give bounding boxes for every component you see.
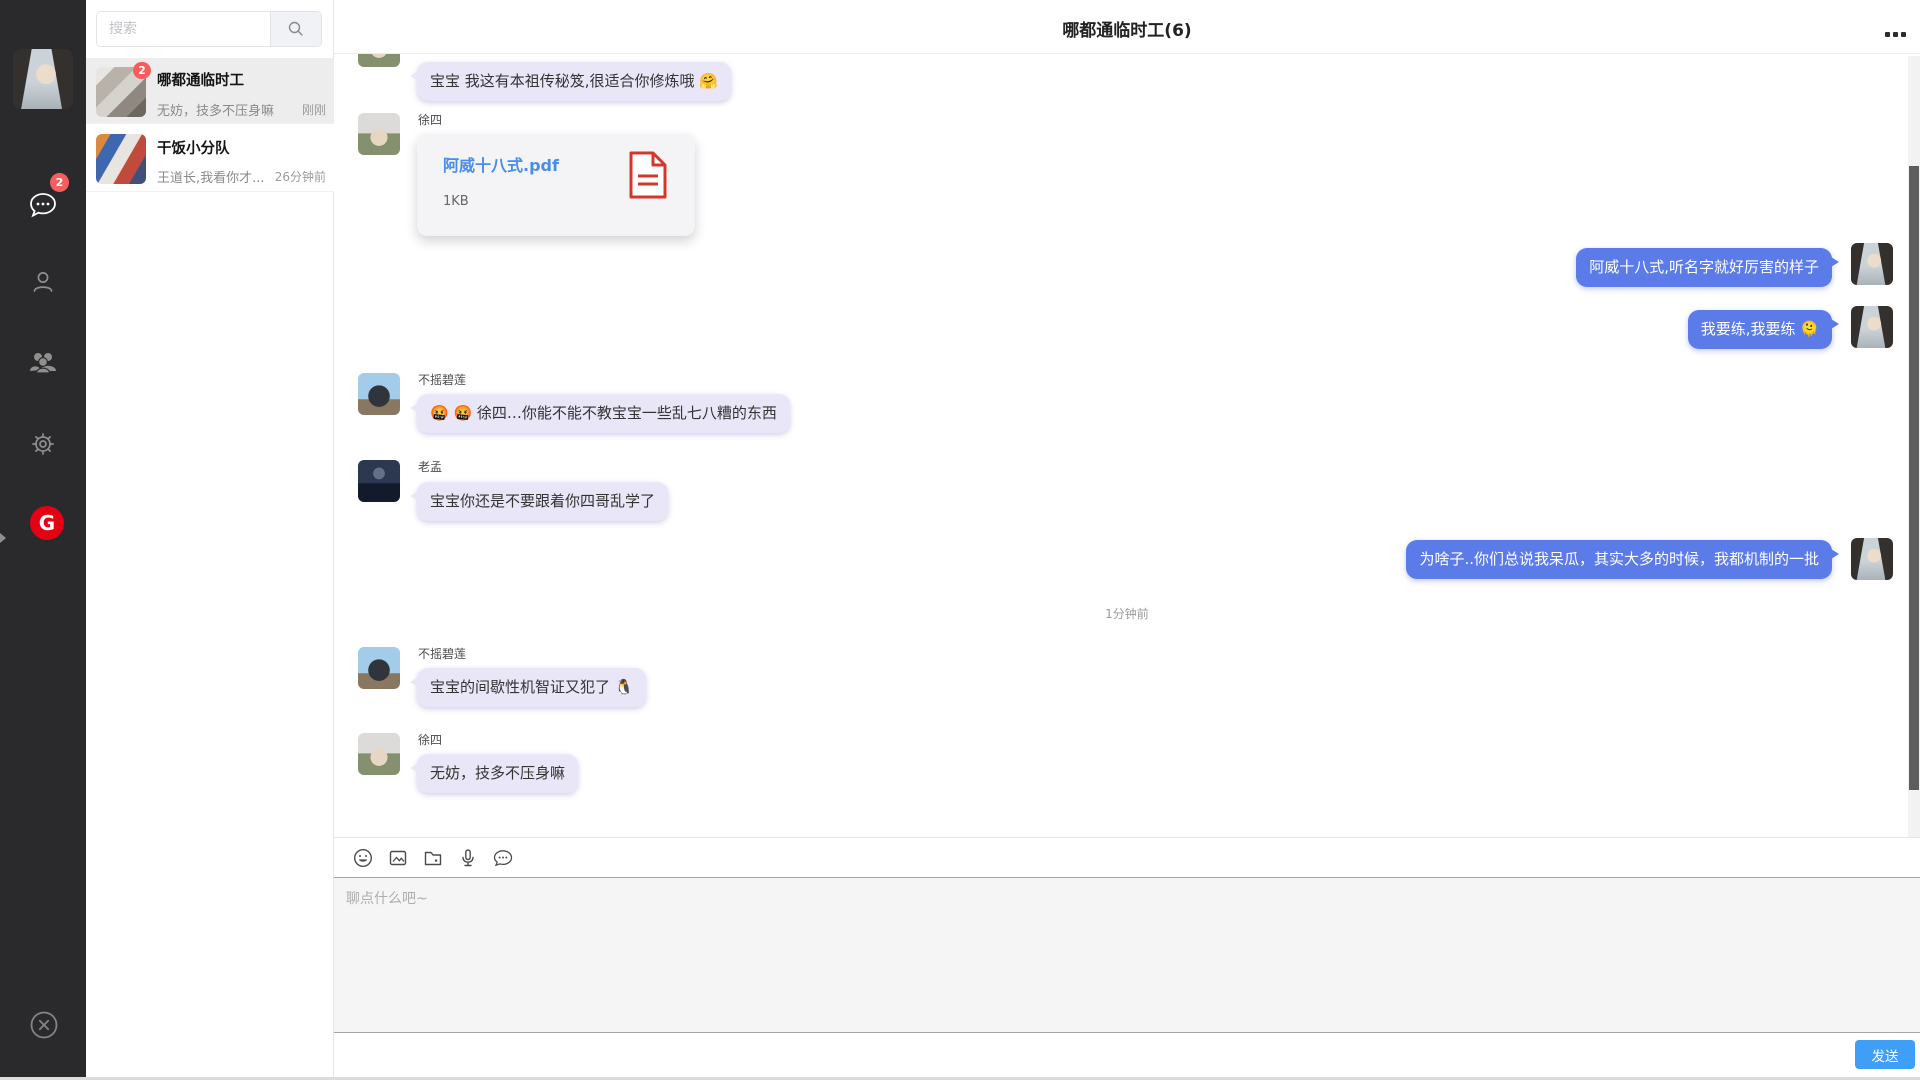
message-bubble: 宝宝的间歇性机智证又犯了 🐧 <box>417 668 646 707</box>
sender-name: 老孟 <box>418 458 442 475</box>
close-button[interactable] <box>29 1010 59 1040</box>
unread-badge: 2 <box>50 173 69 192</box>
send-button[interactable]: 发送 <box>1855 1040 1915 1069</box>
emoji-icon <box>352 847 374 869</box>
chat-bubble-icon <box>27 189 59 221</box>
message-bubble: 阿威十八式,听名字就好厉害的样子 <box>1576 248 1832 287</box>
message-input[interactable] <box>334 878 1920 1032</box>
chat-list-time: 26分钟前 <box>275 168 326 185</box>
close-circle-icon <box>29 1010 59 1040</box>
chat-list-title: 哪都通临时工 <box>157 69 244 90</box>
avatar[interactable] <box>358 113 400 155</box>
contacts-icon <box>29 268 57 296</box>
settings-gear-icon <box>29 430 57 458</box>
file-folder-button[interactable] <box>421 846 445 870</box>
emoji-button[interactable] <box>351 846 375 870</box>
chat-list-item[interactable]: 干饭小分队 王道长,我看你才... 26分钟前 <box>86 124 334 192</box>
composer-toolbar <box>334 838 1920 877</box>
group-avatar: 2 <box>96 67 146 117</box>
avatar[interactable] <box>358 54 400 67</box>
chat-list-panel: 2 哪都通临时工 无妨，技多不压身嘛 刚刚 干饭小分队 王道长,我看你才... … <box>86 0 334 1080</box>
message-bubble: 宝宝你还是不要跟着你四哥乱学了 <box>417 482 668 521</box>
sidebar-chats-button[interactable]: 2 <box>0 185 86 225</box>
chat-history-button[interactable] <box>491 846 515 870</box>
file-size: 1KB <box>443 194 469 209</box>
message-bubble: 无妨，技多不压身嘛 <box>417 754 578 793</box>
message-bubble: 我要练,我要练 🫠 <box>1688 310 1832 349</box>
search-bar <box>96 11 322 47</box>
message-input-wrap <box>334 877 1920 1033</box>
sidebar-groups-button[interactable] <box>0 342 86 382</box>
pdf-document-icon <box>627 150 669 200</box>
sender-name: 徐四 <box>418 111 442 128</box>
chat-header: 哪都通临时工(6) <box>334 0 1920 54</box>
avatar[interactable] <box>1851 306 1893 348</box>
avatar[interactable] <box>358 733 400 775</box>
unread-badge: 2 <box>133 62 151 79</box>
group-avatar <box>96 134 146 184</box>
file-attachment-card[interactable]: 阿威十八式.pdf 1KB <box>417 134 695 236</box>
sidebar: 2 <box>0 0 86 1080</box>
chat-list-preview: 王道长,我看你才... <box>157 167 265 186</box>
chat-list-title: 干饭小分队 <box>157 137 230 158</box>
sender-name: 不摇碧莲 <box>418 645 466 662</box>
microphone-icon <box>457 847 479 869</box>
chat-panel: 哪都通临时工(6) 宝宝 我这有本祖传秘笈,很适合你修炼哦 🤗 徐四 阿威十八式… <box>334 0 1920 1080</box>
app-logo-g[interactable]: G <box>30 506 64 540</box>
avatar[interactable] <box>1851 538 1893 580</box>
avatar[interactable] <box>1851 243 1893 285</box>
more-options-button[interactable] <box>1885 32 1906 37</box>
time-divider: 1分钟前 <box>334 605 1920 622</box>
chat-list-time: 刚刚 <box>302 101 326 118</box>
image-icon <box>387 847 409 869</box>
chat-title: 哪都通临时工(6) <box>334 16 1920 41</box>
send-row: 发送 <box>334 1033 1920 1080</box>
folder-icon <box>422 847 444 869</box>
composer: 发送 <box>334 837 1920 1080</box>
message-bubble: 为啥子..你们总说我呆瓜，其实大多的时候，我都机制的一批 <box>1406 540 1832 579</box>
message-bubble: 宝宝 我这有本祖传秘笈,很适合你修炼哦 🤗 <box>417 62 731 101</box>
scrollbar[interactable] <box>1908 56 1920 837</box>
message-bubble: 🤬 🤬 徐四…你能不能不教宝宝一些乱七八糟的东西 <box>417 394 790 433</box>
collapse-handle-icon[interactable] <box>0 533 6 543</box>
avatar[interactable] <box>358 647 400 689</box>
group-chat-icon <box>28 349 58 375</box>
avatar[interactable] <box>358 460 400 502</box>
voice-button[interactable] <box>456 846 480 870</box>
chat-list-item[interactable]: 2 哪都通临时工 无妨，技多不压身嘛 刚刚 <box>86 58 334 124</box>
sidebar-settings-button[interactable] <box>0 424 86 464</box>
user-avatar[interactable] <box>13 49 73 109</box>
avatar[interactable] <box>358 373 400 415</box>
sidebar-contacts-button[interactable] <box>0 262 86 302</box>
chat-history-icon <box>492 847 514 869</box>
file-name-link[interactable]: 阿威十八式.pdf <box>443 152 559 176</box>
chat-list-preview: 无妨，技多不压身嘛 <box>157 100 274 119</box>
scrollbar-thumb[interactable] <box>1909 166 1919 790</box>
message-area: 宝宝 我这有本祖传秘笈,很适合你修炼哦 🤗 徐四 阿威十八式.pdf 1KB <box>334 54 1920 837</box>
search-icon <box>287 20 305 38</box>
sender-name: 徐四 <box>418 731 442 748</box>
sender-name: 不摇碧莲 <box>418 371 466 388</box>
search-button[interactable] <box>270 12 321 46</box>
search-input[interactable] <box>97 12 270 46</box>
image-button[interactable] <box>386 846 410 870</box>
app-window: 2 <box>0 0 1920 1080</box>
